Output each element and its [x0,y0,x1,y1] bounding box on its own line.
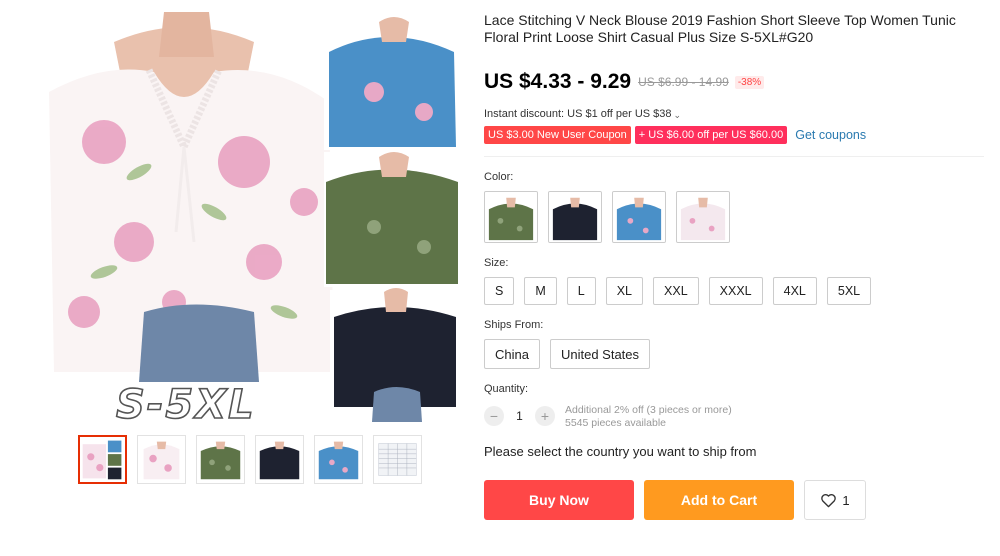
chevron-down-icon: ⌄ [673,109,682,120]
wishlist-button[interactable]: 1 [804,480,866,520]
discount-badge: -38% [734,75,765,89]
thumbnail-3[interactable] [196,435,245,484]
size-option[interactable]: XXXL [708,277,763,305]
thumbnail-strip [78,435,422,484]
quantity-label: Quantity: [484,383,529,395]
ships-from-label: Ships From: [484,319,544,331]
thumbnail-5[interactable] [314,435,363,484]
color-swatch-black[interactable] [548,191,602,243]
size-option[interactable]: S [484,277,515,305]
heart-icon [820,493,837,508]
product-gallery: S-5XL [44,12,460,432]
main-product-image[interactable]: S-5XL [44,12,460,432]
wishlist-count: 1 [842,492,850,508]
buy-now-button[interactable]: Buy Now [484,480,634,520]
price-row: US $4.33 - 9.29 US $6.99 - 14.99 -38% [484,70,984,94]
bulk-discount-note: Additional 2% off (3 pieces or more) [565,404,732,416]
size-option[interactable]: 5XL [826,277,872,305]
size-label: Size: [484,257,509,269]
quantity-stepper: − 1 + Additional 2% off (3 pieces or mor… [484,404,984,430]
purchase-actions: Buy Now Add to Cart 1 [484,480,984,520]
color-options [484,191,984,243]
instant-discount[interactable]: Instant discount: US $1 off per US $38 ⌄ [484,108,984,120]
ships-from-option[interactable]: China [484,339,540,369]
quantity-value[interactable]: 1 [504,404,535,428]
quantity-decrease-button[interactable]: − [484,406,504,426]
quantity-info: Additional 2% off (3 pieces or more) 554… [565,404,732,430]
thumbnail-size-chart[interactable] [373,435,422,484]
divider [484,156,984,157]
ships-from-options: China United States [484,339,984,369]
original-price: US $6.99 - 14.99 [638,75,729,89]
add-to-cart-button[interactable]: Add to Cart [644,480,794,520]
thumbnail-1[interactable] [78,435,127,484]
store-coupon[interactable]: + US $6.00 off per US $60.00 [634,126,788,144]
stock-available: 5545 pieces available [565,417,666,429]
shipping-note: Please select the country you want to sh… [484,444,757,459]
color-swatch-white[interactable] [676,191,730,243]
color-label: Color: [484,171,514,183]
size-options: S M L XL XXL XXXL 4XL 5XL [484,277,984,305]
new-user-coupon[interactable]: US $3.00 New User Coupon [484,126,631,144]
color-swatch-blue[interactable] [612,191,666,243]
size-option[interactable]: 4XL [772,277,817,305]
size-option[interactable]: L [566,277,596,305]
get-coupons-link[interactable]: Get coupons [795,128,866,142]
current-price: US $4.33 - 9.29 [484,70,632,93]
coupon-row: US $3.00 New User Coupon + US $6.00 off … [484,126,984,144]
instant-discount-text: Instant discount: US $1 off per US $38 [484,108,672,120]
ships-from-option[interactable]: United States [549,339,651,369]
product-details: Lace Stitching V Neck Blouse 2019 Fashio… [484,12,984,520]
size-option[interactable]: XXL [653,277,699,305]
size-option[interactable]: M [524,277,557,305]
thumbnail-4[interactable] [255,435,304,484]
quantity-increase-button[interactable]: + [535,406,555,426]
product-title: Lace Stitching V Neck Blouse 2019 Fashio… [484,12,956,45]
color-swatch-green[interactable] [484,191,538,243]
size-range-caption: S-5XL [115,381,256,429]
size-option[interactable]: XL [605,277,644,305]
thumbnail-2[interactable] [137,435,186,484]
